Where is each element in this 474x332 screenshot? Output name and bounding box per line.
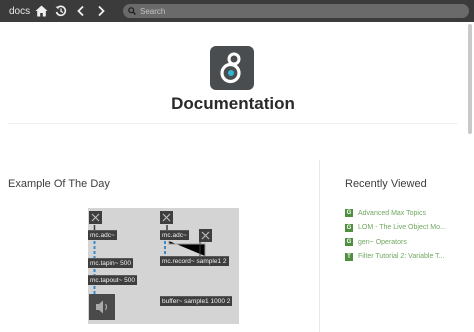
recent-item[interactable]: G LOM - The Live Object Mo... (345, 222, 446, 234)
home-icon (35, 5, 47, 17)
toggle-toggle[interactable] (160, 211, 173, 224)
back-button[interactable] (71, 1, 91, 21)
guide-badge: G (345, 209, 353, 217)
patch-object: mc.tapout~ 500 (88, 275, 137, 285)
search-input[interactable] (140, 6, 440, 16)
top-toolbar: docs (0, 0, 474, 22)
patch-object: mc.record~ sample1 2 (160, 256, 229, 266)
page-title: Documentation (171, 94, 295, 113)
patch-object: buffer~ sample1 1000 2 (160, 296, 233, 306)
forward-button[interactable] (91, 1, 111, 21)
speaker-icon[interactable] (89, 294, 115, 320)
patch-object: mc.adc~ (88, 230, 117, 240)
scrollbar-thumb[interactable] (468, 24, 472, 134)
recent-item-link[interactable]: Filter Tutorial 2: Variable T... (358, 253, 445, 260)
tutorial-badge: T (345, 252, 353, 261)
search-bar[interactable] (123, 4, 469, 18)
max-logo-icon (210, 46, 254, 90)
recent-item[interactable]: G gen~ Operators (345, 236, 446, 248)
chevron-right-icon (98, 5, 105, 17)
patch-object: mc.tapin~ 500 (88, 258, 134, 268)
toggle-toggle[interactable] (89, 211, 102, 224)
recent-item[interactable]: G Advanced Max Topics (345, 207, 446, 219)
search-icon (128, 7, 136, 15)
example-patch-image[interactable]: mc.adc~ mc.tapin~ 500 mc.tapout~ 500 mc.… (88, 208, 239, 324)
guide-badge: G (345, 238, 353, 246)
recent-item-link[interactable]: Advanced Max Topics (358, 210, 426, 217)
recently-viewed-list: G Advanced Max Topics G LOM - The Live O… (345, 207, 446, 265)
divider (8, 123, 458, 124)
toolbar-title: docs (9, 5, 31, 17)
home-button[interactable] (31, 1, 51, 21)
recent-item[interactable]: T Filter Tutorial 2: Variable T... (345, 251, 446, 263)
example-title: Example Of The Day (8, 178, 110, 190)
column-divider (319, 160, 320, 332)
history-icon (55, 5, 67, 17)
recent-item-link[interactable]: LOM - The Live Object Mo... (358, 224, 446, 231)
history-button[interactable] (51, 1, 71, 21)
toggle-toggle[interactable] (199, 229, 212, 242)
recent-item-link[interactable]: gen~ Operators (358, 239, 407, 246)
guide-badge: G (345, 223, 353, 232)
chevron-left-icon (77, 5, 84, 17)
patch-object: mc.adc~ (160, 230, 189, 240)
recently-viewed-title: Recently Viewed (345, 178, 427, 190)
